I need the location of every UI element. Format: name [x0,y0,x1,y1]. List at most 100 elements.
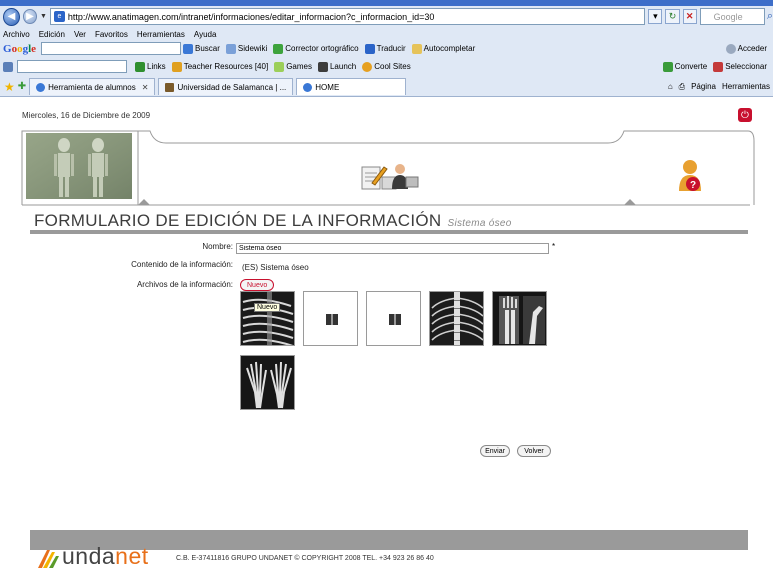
logout-power-icon[interactable]: ⏻ [738,108,752,122]
autofill-icon [411,43,422,54]
address-dropdown-icon[interactable]: ▾ [648,9,663,24]
undanet-logo: undanet [36,540,149,570]
search-input[interactable]: Google [699,8,765,25]
sidewiki-button[interactable]: Sidewiki [225,43,267,54]
links-button[interactable]: Links [135,61,166,72]
refresh-icon[interactable]: ↻ [665,9,680,24]
games-icon [274,61,285,72]
url-text: http://www.anatimagen.com/intranet/infor… [67,11,435,22]
content-label: Contenido de la información: [131,260,233,269]
sidewiki-icon [225,43,236,54]
thumbnail-xray-spine[interactable] [429,291,484,346]
search-icon [183,43,194,54]
browser-chrome: ◀ ▶ ▼ e http://www.anatimagen.com/intran… [0,0,773,97]
tools-menu[interactable]: Herramientas [722,82,770,91]
new-file-button[interactable]: Nuevo [240,279,275,291]
menu-edicion[interactable]: Edición [39,30,65,39]
back-button[interactable]: Volver [517,445,551,457]
favorites-star-icon[interactable]: ★ [4,80,15,94]
tab-herramienta-alumnos[interactable]: Herramienta de alumnos ✕ [29,78,156,95]
toolbar-logo-icon [3,61,13,72]
translate-button[interactable]: Traducir [364,43,406,54]
google-search-input[interactable] [41,42,182,55]
required-mark: * [552,242,556,251]
menu-herramientas[interactable]: Herramientas [137,30,185,39]
xray-feet-image [241,356,294,409]
print-icon[interactable]: ⎙ [679,82,685,92]
new-tooltip: Nuevo [254,303,281,312]
content-value: (ES) Sistema óseo [242,263,309,272]
tab-bar: ★ ✚ Herramienta de alumnos ✕ Universidad… [0,77,773,96]
close-tab-icon[interactable]: ✕ [142,83,149,92]
google-search-button[interactable]: Buscar [183,43,220,54]
ie-tab-icon [36,82,46,92]
book-icon [389,314,401,325]
files-label: Archivos de la información: [136,280,233,289]
thumbnail-xray-wrist[interactable] [492,291,547,346]
header-banner: ? [21,130,755,206]
forward-button[interactable]: ▶ [22,9,37,24]
menu-bar: Archivo Edición Ver Favoritos Herramient… [0,28,773,40]
stop-icon[interactable]: ✕ [682,9,697,24]
secondary-toolbar: Links Teacher Resources [40] Games Launc… [0,59,773,74]
google-logo: Google [3,42,37,55]
menu-favoritos[interactable]: Favoritos [95,30,128,39]
footer-copyright: C.B. E-37411816 GRUPO UNDANET © COPYRIGH… [176,555,434,562]
menu-archivo[interactable]: Archivo [3,30,30,39]
cool-sites-icon [362,61,373,72]
svg-text:?: ? [690,180,696,191]
page-content: Miercoles, 16 de Diciembre de 2009 ⏻ ? F… [0,97,773,570]
command-bar: ⌂ ⎙ Página Herramientas [662,82,773,92]
search-icon[interactable]: ⌕ [767,10,773,23]
translate-icon [364,43,375,54]
signin-button[interactable]: Acceder [725,43,767,54]
links-icon [135,61,145,72]
undanet-logo-text: undanet [62,543,149,569]
home-icon[interactable]: ⌂ [668,82,673,91]
converte-icon [662,61,673,72]
spellcheck-icon [273,43,284,54]
spellcheck-button[interactable]: Corrector ortográfico [273,43,359,54]
games-button[interactable]: Games [274,61,312,72]
tab-universidad-salamanca[interactable]: Universidad de Salamanca | ... [158,78,294,95]
undanet-logo-mark [38,550,59,568]
toolbar-search-input[interactable] [17,60,127,73]
teacher-resources-button[interactable]: Teacher Resources [40] [171,61,268,72]
page-favicon-icon: e [53,11,65,22]
user-computer-icon [392,164,419,189]
select-icon [713,61,724,72]
cool-sites-button[interactable]: Cool Sites [362,61,411,72]
menu-ver[interactable]: Ver [74,30,86,39]
xray-wrist-image [493,292,546,345]
launch-icon [317,61,328,72]
thumbnail-file-2[interactable] [303,291,358,346]
address-bar[interactable]: e http://www.anatimagen.com/intranet/inf… [49,8,646,25]
back-button[interactable]: ◀ [3,7,20,26]
history-dropdown-icon[interactable]: ▼ [40,13,47,20]
thumbnail-file-3[interactable] [366,291,421,346]
user-help-icon[interactable]: ? [679,160,701,191]
menu-ayuda[interactable]: Ayuda [194,30,217,39]
thumbnail-xray-feet[interactable] [240,355,295,410]
tab-home[interactable]: HOME [296,78,407,95]
autofill-button[interactable]: Autocompletar [411,43,475,54]
form-subtitle: Sistema óseo [447,218,512,229]
launch-button[interactable]: Launch [317,61,356,72]
xray-spine-image [430,292,483,345]
name-input[interactable] [236,243,549,254]
submit-button[interactable]: Enviar [480,445,510,457]
skeleton-banner-image [26,133,132,199]
form-title: FORMULARIO DE EDICIÓN DE LA INFORMACIÓN S… [34,211,512,230]
name-label: Nombre: [202,242,233,251]
add-favorite-icon[interactable]: ✚ [18,81,26,92]
address-row: ◀ ▶ ▼ e http://www.anatimagen.com/intran… [0,6,773,27]
ie-tab-icon [303,82,313,92]
title-divider [30,230,748,234]
select-button[interactable]: Seleccionar [713,61,767,72]
thumbnail-xray-ribs[interactable] [240,291,295,346]
current-date: Miercoles, 16 de Diciembre de 2009 [22,111,151,120]
converte-button[interactable]: Converte [662,61,707,72]
page-menu[interactable]: Página [691,82,716,91]
teacher-resources-icon [171,61,182,72]
google-toolbar: Google Buscar Sidewiki Corrector ortográ… [0,41,773,56]
